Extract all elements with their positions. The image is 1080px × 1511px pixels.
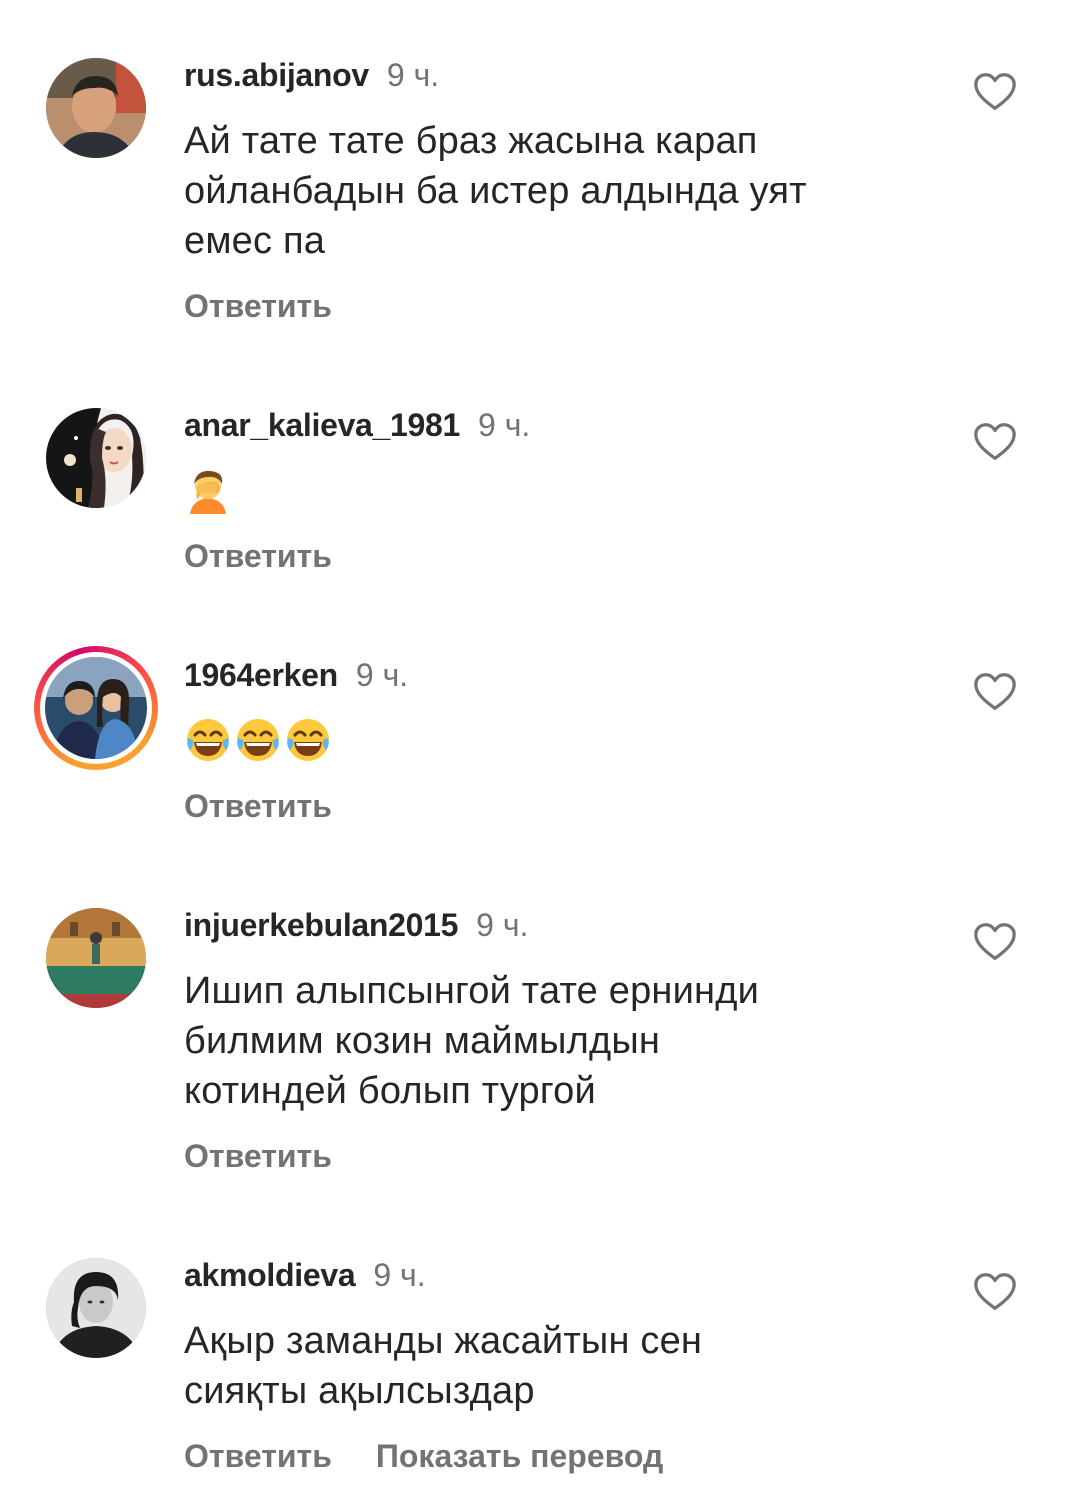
reply-button[interactable]: Ответить bbox=[184, 288, 332, 324]
comment-text-line: Ишип алыпсынгой тате ернинди bbox=[184, 970, 760, 1012]
comment-text: Ай тате тате браз жасына карап ойланбады… bbox=[184, 116, 924, 266]
heart-icon[interactable] bbox=[972, 669, 1018, 715]
comment-text-line: билмим козин маймылдын bbox=[184, 1020, 661, 1062]
heart-icon[interactable] bbox=[972, 919, 1018, 965]
avatar[interactable] bbox=[46, 1258, 146, 1358]
comment-timestamp: 9 ч. bbox=[386, 57, 440, 93]
comment-text: Ишип алыпсынгой тате ернинди билмим кози… bbox=[184, 966, 924, 1116]
comment-emoji-row bbox=[184, 716, 332, 764]
comment-timestamp: 9 ч. bbox=[478, 407, 531, 443]
comment-username[interactable]: akmoldieva bbox=[184, 1257, 356, 1293]
avatar[interactable] bbox=[46, 58, 146, 158]
show-translation-button[interactable]: Показать перевод bbox=[376, 1438, 663, 1474]
comment-username[interactable]: injuerkebulan2015 bbox=[184, 907, 458, 943]
comment-timestamp: 9 ч. bbox=[355, 657, 409, 693]
avatar[interactable] bbox=[46, 408, 146, 508]
avatar[interactable] bbox=[46, 908, 146, 1008]
reply-button[interactable]: Ответить bbox=[184, 538, 332, 574]
reply-button[interactable]: Ответить bbox=[184, 1138, 332, 1174]
comment-text: Ақыр заманды жасайтын сен сияқты ақылсыз… bbox=[184, 1316, 924, 1416]
tears-of-joy-emoji-icon bbox=[284, 716, 332, 764]
heart-icon[interactable] bbox=[972, 419, 1018, 465]
comment-text-line: Ай тате тате браз жасына карап bbox=[184, 120, 758, 162]
comment-timestamp: 9 ч. bbox=[476, 907, 529, 943]
comment-text-line: Ақыр заманды жасайтын сен bbox=[184, 1320, 703, 1362]
avatar bbox=[45, 657, 147, 759]
reply-button[interactable]: Ответить bbox=[184, 1438, 332, 1474]
comment-emoji-row bbox=[184, 466, 232, 514]
tears-of-joy-emoji-icon bbox=[234, 716, 282, 764]
comment-text-line: ойланбадын ба истер алдында уят bbox=[184, 170, 807, 212]
comment-text-line: котиндей болып тургой bbox=[184, 1070, 596, 1112]
heart-icon[interactable] bbox=[972, 1269, 1018, 1315]
comment-timestamp: 9 ч. bbox=[373, 1257, 426, 1293]
comment-text-line: емес па bbox=[184, 220, 326, 262]
tears-of-joy-emoji-icon bbox=[184, 716, 232, 764]
comment-username[interactable]: 1964erken bbox=[184, 657, 338, 693]
comment-text-line: сияқты ақылсыздар bbox=[184, 1370, 535, 1412]
comment-username[interactable]: anar_kalieva_1981 bbox=[184, 407, 460, 443]
avatar-with-story-ring[interactable] bbox=[34, 646, 158, 770]
reply-button[interactable]: Ответить bbox=[184, 788, 332, 824]
facepalm-emoji-icon bbox=[184, 466, 232, 514]
comment-username[interactable]: rus.abijanov bbox=[184, 57, 369, 93]
heart-icon[interactable] bbox=[972, 69, 1018, 115]
